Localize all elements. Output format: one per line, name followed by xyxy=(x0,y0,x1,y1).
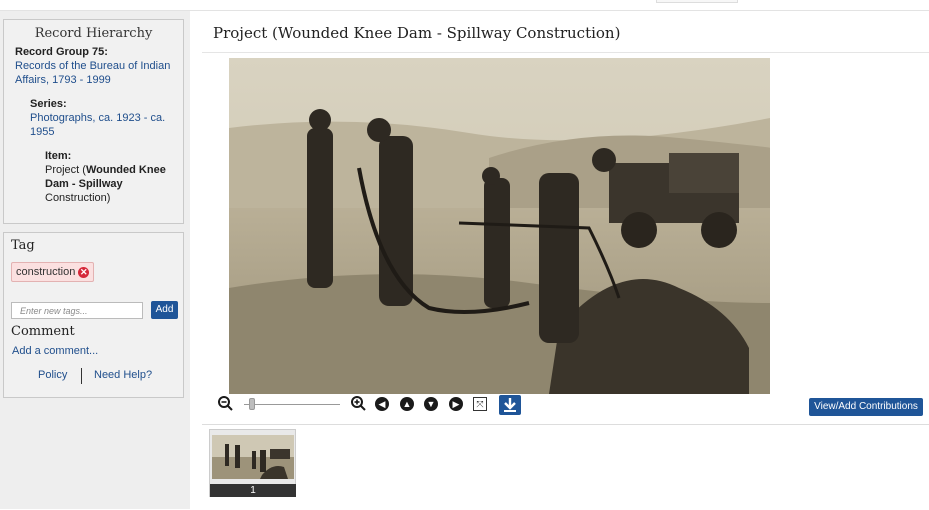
series-label: Series: xyxy=(30,98,67,110)
rotate-right-icon[interactable]: ▶ xyxy=(449,397,463,411)
record-hierarchy-panel: Record Hierarchy Record Group 75: Record… xyxy=(3,19,184,224)
add-comment-link[interactable]: Add a comment... xyxy=(12,345,98,357)
item-title-prefix: Project ( xyxy=(45,164,86,176)
zoom-in-icon[interactable] xyxy=(350,395,366,413)
fit-screen-icon[interactable]: ⤧ xyxy=(473,397,487,411)
comment-section-title: Comment xyxy=(11,324,75,339)
policy-link[interactable]: Policy xyxy=(38,369,67,381)
download-button[interactable] xyxy=(499,395,521,415)
zoom-slider-thumb[interactable] xyxy=(248,398,255,410)
thumbnail-image[interactable] xyxy=(212,435,294,479)
record-hierarchy-title: Record Hierarchy xyxy=(34,26,153,41)
thumbnail-strip xyxy=(202,424,929,510)
tag-chip-label: construction xyxy=(16,266,76,278)
thumbnail-number: 1 xyxy=(210,484,296,497)
item-title: Project (Wounded Knee Dam - Spillway Con… xyxy=(45,163,170,205)
tag-comment-panel: Tag construction ✕ Add Comment Add a com… xyxy=(3,232,184,398)
record-group-label: Record Group 75: xyxy=(15,46,108,58)
new-tag-input[interactable] xyxy=(11,302,143,319)
download-icon xyxy=(504,398,516,412)
link-divider xyxy=(81,368,82,384)
top-bar xyxy=(0,0,929,11)
archival-photo[interactable] xyxy=(229,58,770,394)
viewer-toolbar: ◀ ▲ ▼ ▶ ⤧ View/Add Contributions xyxy=(215,395,929,417)
item-block: Item: Project (Wounded Knee Dam - Spillw… xyxy=(4,149,183,205)
tag-section-title: Tag xyxy=(11,238,35,253)
top-bar-widget[interactable] xyxy=(656,0,738,3)
series-block: Series: Photographs, ca. 1923 - ca. 1955 xyxy=(4,97,183,139)
thumbnail-illustration xyxy=(212,435,294,479)
add-tag-button[interactable]: Add xyxy=(151,301,178,319)
record-group-link[interactable]: Records of the Bureau of Indian Affairs,… xyxy=(15,59,175,87)
arrow-down-icon[interactable]: ▼ xyxy=(424,397,438,411)
remove-tag-icon[interactable]: ✕ xyxy=(78,266,90,278)
zoom-out-icon[interactable] xyxy=(217,395,233,413)
arrow-up-icon[interactable]: ▲ xyxy=(400,397,414,411)
need-help-link[interactable]: Need Help? xyxy=(94,369,152,381)
sidebar: Record Hierarchy Record Group 75: Record… xyxy=(0,11,190,509)
tag-chip[interactable]: construction ✕ xyxy=(11,262,95,282)
item-title-suffix: Construction) xyxy=(45,192,111,204)
item-label: Item: xyxy=(45,150,72,162)
series-link[interactable]: Photographs, ca. 1923 - ca. 1955 xyxy=(30,111,170,139)
zoom-slider-track[interactable] xyxy=(244,404,340,405)
view-add-contributions-button[interactable]: View/Add Contributions xyxy=(809,398,923,416)
rotate-left-icon[interactable]: ◀ xyxy=(375,397,389,411)
photo-illustration xyxy=(229,58,770,394)
page-title: Project (Wounded Knee Dam - Spillway Con… xyxy=(213,24,621,42)
record-group-block: Record Group 75: Records of the Bureau o… xyxy=(4,45,183,87)
